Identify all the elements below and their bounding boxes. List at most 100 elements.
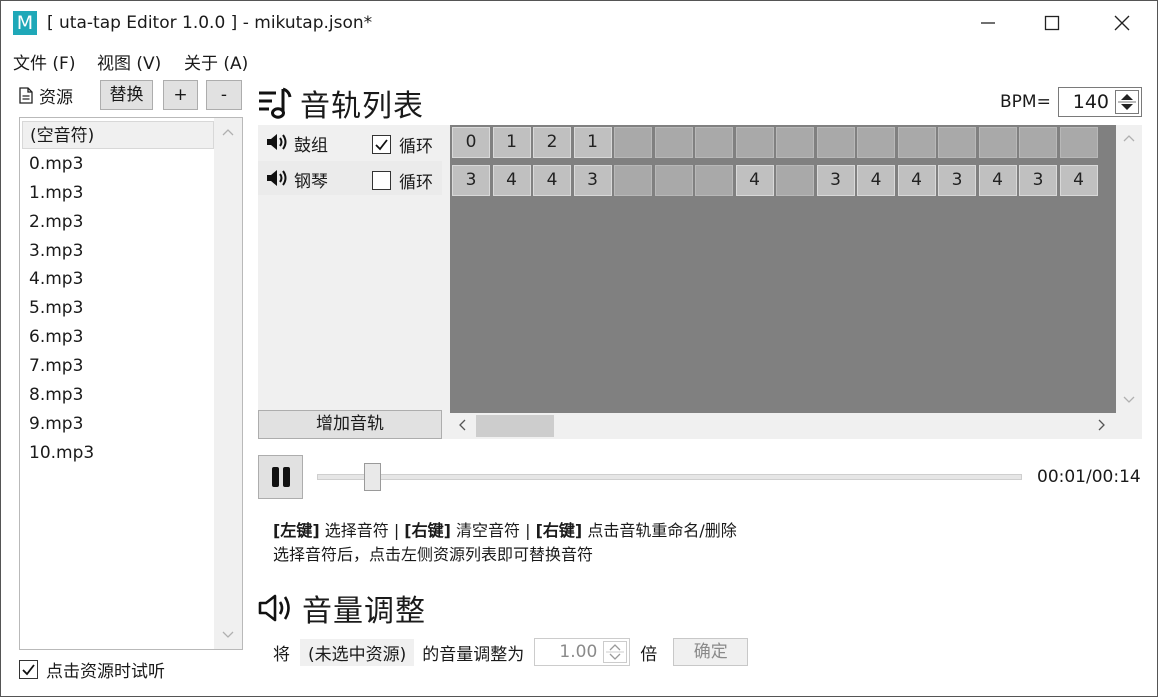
bpm-input[interactable]: 140 bbox=[1058, 87, 1142, 117]
note-cell[interactable] bbox=[614, 127, 652, 158]
note-cell[interactable]: 4 bbox=[492, 165, 531, 196]
note-cell[interactable]: 4 bbox=[897, 165, 936, 196]
note-cell[interactable]: 3 bbox=[1019, 165, 1057, 196]
list-item[interactable]: 9.mp3 bbox=[22, 410, 214, 438]
note-cell[interactable]: 4 bbox=[857, 165, 895, 196]
volume-middle-text: 的音量调整为 bbox=[422, 644, 525, 665]
volume-spinner[interactable] bbox=[603, 641, 628, 663]
note-cell[interactable]: 1 bbox=[492, 127, 531, 158]
chevron-right-icon[interactable] bbox=[1098, 419, 1106, 431]
grid-horizontal-scrollbar[interactable] bbox=[450, 413, 1142, 439]
close-icon bbox=[1114, 15, 1130, 31]
note-cell[interactable] bbox=[735, 127, 774, 158]
music-list-icon bbox=[259, 87, 292, 119]
loop-label: 循环 bbox=[399, 173, 433, 193]
note-cell[interactable]: 3 bbox=[938, 165, 976, 196]
note-cell[interactable] bbox=[695, 165, 733, 196]
list-item[interactable]: 6.mp3 bbox=[22, 323, 214, 351]
note-cell[interactable] bbox=[776, 165, 814, 196]
loop-option[interactable]: 循环 bbox=[372, 132, 433, 157]
maximize-button[interactable] bbox=[1029, 7, 1075, 39]
track-row-piano[interactable]: 钢琴 循环 bbox=[258, 161, 442, 195]
list-item[interactable]: 0.mp3 bbox=[22, 150, 214, 178]
chevron-up-icon[interactable] bbox=[1123, 134, 1135, 142]
menu-view[interactable]: 视图 (V) bbox=[97, 49, 161, 74]
track-name[interactable]: 钢琴 bbox=[294, 167, 328, 192]
resource-list-scrollbar[interactable] bbox=[214, 118, 242, 649]
loop-label: 循环 bbox=[399, 137, 433, 157]
note-cell[interactable] bbox=[938, 127, 976, 158]
menu-about[interactable]: 关于 (A) bbox=[184, 49, 248, 74]
speaker-icon[interactable] bbox=[266, 169, 288, 187]
note-cell[interactable]: 4 bbox=[735, 165, 774, 196]
note-grid[interactable]: 0121344343443434 bbox=[450, 125, 1116, 413]
resource-list[interactable]: (空音符) 0.mp3 1.mp3 2.mp3 3.mp3 4.mp3 5.mp… bbox=[19, 117, 243, 650]
note-cell[interactable] bbox=[978, 127, 1017, 158]
close-button[interactable] bbox=[1099, 7, 1145, 39]
note-cell[interactable]: 3 bbox=[816, 165, 855, 196]
hint-text: 点击音轨重命名/删除 bbox=[582, 521, 737, 540]
note-cell[interactable]: 3 bbox=[573, 165, 612, 196]
note-cell[interactable] bbox=[654, 127, 693, 158]
list-item[interactable]: 2.mp3 bbox=[22, 208, 214, 236]
note-cell[interactable] bbox=[654, 165, 693, 196]
list-item[interactable]: 10.mp3 bbox=[22, 439, 214, 467]
menu-file[interactable]: 文件 (F) bbox=[13, 49, 75, 74]
list-item[interactable]: 8.mp3 bbox=[22, 381, 214, 409]
note-cell[interactable] bbox=[857, 127, 895, 158]
playback-slider[interactable] bbox=[317, 474, 1022, 480]
list-item[interactable]: 7.mp3 bbox=[22, 352, 214, 380]
loop-checkbox[interactable] bbox=[372, 171, 391, 190]
note-cell[interactable] bbox=[1059, 127, 1098, 158]
list-item[interactable]: (空音符) bbox=[22, 121, 214, 149]
pause-button[interactable] bbox=[258, 455, 303, 499]
speaker-icon[interactable] bbox=[266, 133, 288, 151]
scrollbar-thumb[interactable] bbox=[476, 415, 554, 437]
minimize-button[interactable] bbox=[965, 7, 1011, 39]
add-resource-button[interactable]: + bbox=[163, 80, 198, 110]
document-icon bbox=[19, 87, 33, 104]
tracks-area: 鼓组 循环 钢琴 循环 增加音轨 0121344343443434 bbox=[258, 125, 1142, 439]
note-cell[interactable]: 0 bbox=[452, 127, 490, 158]
remove-resource-button[interactable]: - bbox=[206, 80, 242, 110]
bpm-spinner[interactable] bbox=[1115, 90, 1139, 114]
track-name[interactable]: 鼓组 bbox=[294, 131, 328, 156]
spinner-arrows-icon[interactable] bbox=[1116, 91, 1138, 113]
list-item[interactable]: 3.mp3 bbox=[22, 237, 214, 265]
chevron-left-icon[interactable] bbox=[458, 419, 466, 431]
list-item[interactable]: 4.mp3 bbox=[22, 265, 214, 293]
note-cell[interactable]: 4 bbox=[1059, 165, 1098, 196]
audition-checkbox[interactable] bbox=[19, 660, 38, 679]
chevron-down-icon[interactable] bbox=[222, 631, 234, 639]
note-cell[interactable] bbox=[1019, 127, 1057, 158]
loop-option[interactable]: 循环 bbox=[372, 168, 433, 193]
note-cell[interactable]: 1 bbox=[573, 127, 612, 158]
note-cell[interactable] bbox=[695, 127, 733, 158]
grid-vertical-scrollbar[interactable] bbox=[1116, 125, 1142, 413]
bpm-label: BPM= bbox=[1000, 92, 1051, 112]
loop-checkbox[interactable] bbox=[372, 135, 391, 154]
volume-input[interactable]: 1.00 bbox=[534, 638, 631, 666]
list-item[interactable]: 1.mp3 bbox=[22, 179, 214, 207]
note-cell[interactable] bbox=[776, 127, 814, 158]
playback-slider-thumb[interactable] bbox=[364, 463, 381, 491]
note-cell[interactable]: 3 bbox=[452, 165, 490, 196]
app-window: M [ uta-tap Editor 1.0.0 ] - mikutap.jso… bbox=[0, 0, 1158, 697]
note-cell[interactable] bbox=[816, 127, 855, 158]
note-cell[interactable] bbox=[897, 127, 936, 158]
volume-ok-button[interactable]: 确定 bbox=[673, 638, 749, 666]
replace-button[interactable]: 替换 bbox=[100, 80, 153, 110]
spinner-arrows-icon[interactable] bbox=[604, 642, 626, 662]
checkmark-icon bbox=[22, 664, 35, 676]
note-cell[interactable]: 4 bbox=[978, 165, 1017, 196]
audition-option[interactable]: 点击资源时试听 bbox=[19, 657, 165, 682]
add-track-button[interactable]: 增加音轨 bbox=[258, 410, 442, 439]
note-cell[interactable]: 4 bbox=[533, 165, 571, 196]
track-row-drums[interactable]: 鼓组 循环 bbox=[258, 125, 442, 159]
note-cell[interactable]: 2 bbox=[533, 127, 571, 158]
volume-resource-name: (未选中资源) bbox=[300, 638, 415, 666]
chevron-down-icon[interactable] bbox=[1123, 396, 1135, 404]
chevron-up-icon[interactable] bbox=[222, 128, 234, 136]
list-item[interactable]: 5.mp3 bbox=[22, 294, 214, 322]
note-cell[interactable] bbox=[614, 165, 652, 196]
